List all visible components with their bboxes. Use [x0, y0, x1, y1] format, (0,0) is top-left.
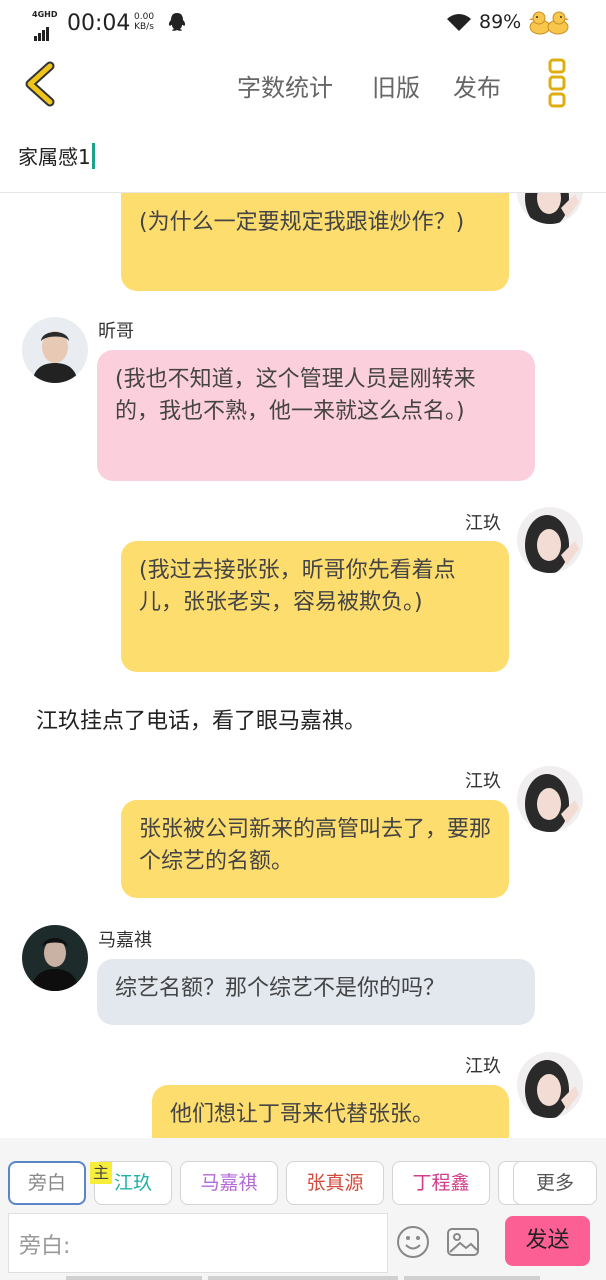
word-count-button[interactable]: 字数统计 — [237, 68, 333, 103]
main-role-badge: 主 — [90, 1162, 112, 1184]
role-chip-zhangzhenyuan[interactable]: 张真源 — [286, 1161, 384, 1205]
avatar-majiaqi[interactable] — [22, 925, 88, 991]
chat-area[interactable]: (为什么一定要规定我跟谁炒作？) 昕哥 (我也不知道，这个管理人员是刚转来的，我… — [0, 193, 606, 1138]
speaker-name: 江玖 — [465, 1056, 501, 1077]
role-chip-narration[interactable]: 旁白 — [8, 1161, 86, 1205]
divider — [208, 1276, 398, 1280]
avatar-jiangjiu[interactable] — [517, 507, 583, 573]
signal-icon: 4GHD — [32, 10, 62, 41]
avatar-jiangjiu[interactable] — [517, 766, 583, 832]
smile-icon[interactable] — [396, 1225, 430, 1259]
more-roles-button[interactable]: 更多 — [513, 1161, 597, 1205]
avatar-jiangjiu[interactable] — [517, 1052, 583, 1118]
qq-icon — [168, 13, 186, 31]
message-bubble-right: (我过去接张张，昕哥你先看着点儿，张张老实，容易被欺负。) — [121, 541, 509, 672]
network-type: 4GHD — [32, 10, 58, 19]
chevron-left-icon[interactable] — [22, 60, 58, 108]
message-bubble-left: (我也不知道，这个管理人员是刚转来的，我也不熟，他一来就这么点名。) — [97, 350, 535, 481]
avatar-xinge[interactable] — [22, 317, 88, 383]
speaker-name: 马嘉祺 — [98, 930, 152, 951]
send-button[interactable]: 发送 — [505, 1216, 590, 1266]
clock: 00:04 — [67, 11, 131, 36]
battery-level: 89% — [479, 11, 522, 33]
message-bubble-right: 他们想让丁哥来代替张张。 — [152, 1085, 509, 1138]
vertical-dots-icon[interactable] — [548, 58, 566, 108]
divider — [404, 1276, 540, 1280]
avatar-jiangjiu[interactable] — [517, 193, 583, 224]
speaker-name: 江玖 — [465, 771, 501, 792]
input-placeholder: 旁白: — [19, 1234, 71, 1259]
old-version-button[interactable]: 旧版 — [372, 68, 420, 103]
duck-sticker-icon — [529, 11, 569, 35]
wifi-icon — [447, 14, 471, 31]
message-bubble-left: 综艺名额？那个综艺不是你的吗？ — [97, 959, 535, 1025]
role-chip-majiaqi[interactable]: 马嘉祺 — [180, 1161, 278, 1205]
editor-header: 字数统计 旧版 发布 — [0, 48, 606, 128]
speaker-name: 昕哥 — [98, 321, 134, 342]
chapter-title-text: 家属感1 — [18, 145, 91, 169]
message-input[interactable]: 旁白: — [8, 1213, 388, 1273]
publish-button[interactable]: 发布 — [453, 68, 501, 103]
network-speed: 0.00 KB/s — [134, 12, 155, 32]
speaker-name: 江玖 — [465, 513, 501, 534]
narration-text: 江玖挂点了电话，看了眼马嘉祺。 — [36, 709, 367, 734]
message-bubble-right: (为什么一定要规定我跟谁炒作？) — [121, 193, 509, 291]
message-bubble-right: 张张被公司新来的高管叫去了，要那个综艺的名额。 — [121, 800, 509, 898]
chapter-title-input[interactable]: 家属感1 — [18, 141, 95, 170]
role-chip-dingchengxin[interactable]: 丁程鑫 — [392, 1161, 490, 1205]
text-cursor — [91, 143, 95, 169]
divider — [66, 1276, 202, 1280]
image-icon[interactable] — [446, 1227, 480, 1257]
status-bar: 4GHD 00:04 0.00 KB/s 89% — [0, 0, 606, 48]
